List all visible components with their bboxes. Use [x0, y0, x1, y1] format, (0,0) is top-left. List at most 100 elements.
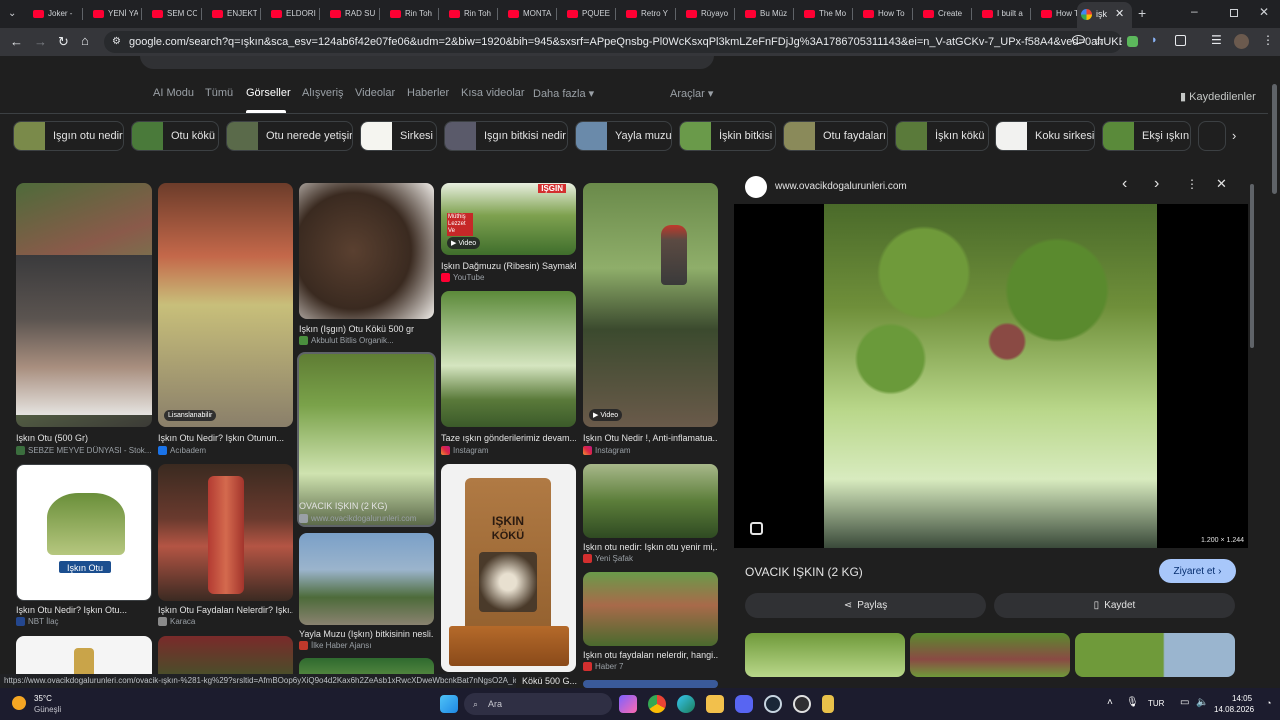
preview-domain[interactable]: www.ovacikdogalurunleri.com	[775, 181, 907, 192]
browser-tab[interactable]: Rüyayo	[677, 0, 734, 28]
browser-tab[interactable]: YENİ YA	[84, 0, 141, 28]
address-bar[interactable]: ⚙ google.com/search?q=ışkın&sca_esv=124a…	[104, 31, 1122, 53]
related-search-chip[interactable]: Otu nerede yetişir	[226, 121, 353, 151]
tools-dropdown[interactable]: Araçlar ▾	[670, 87, 713, 100]
forward-arrow-icon[interactable]: →	[34, 34, 47, 49]
result-image-17[interactable]	[583, 680, 718, 688]
browser-tab[interactable]: PQUEE	[558, 0, 615, 28]
save-button[interactable]: ▯ Kaydet	[994, 593, 1235, 618]
related-search-chip[interactable]: Yayla muzu	[575, 121, 672, 151]
preview-image[interactable]	[824, 204, 1157, 548]
result-image-13[interactable]: IŞKIN KÖKÜ	[441, 464, 576, 672]
clock-time[interactable]: 14:05	[1232, 694, 1252, 703]
browser-menu-icon[interactable]: ⋮	[1262, 33, 1274, 47]
tab-short-videos[interactable]: Kısa videolar	[461, 87, 525, 99]
result-caption[interactable]: Işkın otu faydaları nelerdir, hangi...	[583, 650, 718, 660]
tab-more[interactable]: Daha fazla ▾	[533, 87, 594, 100]
related-image-1[interactable]	[745, 633, 905, 677]
reading-list-icon[interactable]: ☰	[1211, 33, 1222, 47]
result-image-11[interactable]: IŞGIN Müthiş Lezzet Ve ▶ Video	[441, 183, 576, 255]
restore-button[interactable]	[1230, 9, 1238, 17]
more-options-icon[interactable]: ⋮	[1186, 177, 1198, 191]
reload-icon[interactable]: ↻	[58, 34, 69, 50]
result-caption[interactable]: Yayla Muzu (Işkın) bitkisinin nesli...	[299, 629, 434, 639]
saved-link[interactable]: ▮ Kaydedilenler	[1180, 90, 1256, 103]
result-image-5[interactable]	[158, 464, 293, 601]
site-info-icon[interactable]: ⚙	[112, 31, 121, 53]
result-caption[interactable]: Işkın Otu (500 Gr)	[16, 433, 152, 443]
browser-tab[interactable]: Create	[914, 0, 971, 28]
app-icon[interactable]	[822, 695, 834, 713]
volume-icon[interactable]: 🔈	[1196, 697, 1208, 708]
close-preview-icon[interactable]: ✕	[1216, 176, 1227, 192]
result-caption[interactable]: Işkın (Işgın) Otu Kökü 500 gr	[299, 324, 434, 334]
share-button[interactable]: ⋖ Paylaş	[745, 593, 986, 618]
search-box[interactable]	[140, 56, 714, 69]
browser-tab[interactable]: The Mo	[795, 0, 852, 28]
result-caption[interactable]: Işkın Otu Nedir? Işkın Otunun...	[158, 433, 293, 443]
tray-chevron-icon[interactable]: ˄	[1107, 697, 1113, 708]
tab-shopping[interactable]: Alışveriş	[302, 87, 344, 99]
related-search-chip[interactable]: Otu faydaları	[783, 121, 888, 151]
result-image-9[interactable]	[299, 533, 434, 625]
close-window-button[interactable]: ✕	[1259, 5, 1269, 19]
related-search-chip[interactable]: Işgın bitkisi nedir	[444, 121, 568, 151]
browser-tab[interactable]: How To	[854, 0, 911, 28]
related-search-chip-partial[interactable]	[1198, 121, 1226, 151]
related-image-2[interactable]	[910, 633, 1070, 677]
home-icon[interactable]: ⌂	[81, 33, 89, 48]
browser-tab[interactable]: Rin Toh	[381, 0, 438, 28]
page-scrollbar-thumb[interactable]	[1272, 84, 1277, 194]
result-caption[interactable]: Işkın Dağmuzu (Ribesin) Saymakl...	[441, 261, 576, 271]
back-arrow-icon[interactable]: ←	[10, 34, 23, 49]
copilot-icon[interactable]	[619, 695, 637, 713]
panel-scrollbar-thumb[interactable]	[1250, 184, 1254, 348]
steam-icon[interactable]	[764, 695, 782, 713]
result-image-4[interactable]: Lisanslanabilir	[158, 183, 293, 427]
browser-tab[interactable]: ELDORI	[262, 0, 319, 28]
result-image-12[interactable]	[441, 291, 576, 427]
browser-tab[interactable]: ENJEKTİ	[203, 0, 260, 28]
result-image-2[interactable]: Işkın Otu	[16, 464, 152, 601]
browser-tab[interactable]: Joker -	[24, 0, 81, 28]
bookmark-star-icon[interactable]: ☆	[1093, 33, 1105, 49]
related-image-3[interactable]	[1075, 633, 1235, 677]
browser-tab[interactable]: SEM CO	[143, 0, 200, 28]
result-caption[interactable]: Işkın Otu Nedir !, Anti-inflamatua...	[583, 433, 718, 443]
close-tab-icon[interactable]: ✕	[1115, 7, 1124, 20]
start-windows-icon[interactable]	[440, 695, 458, 713]
prev-image-icon[interactable]: ‹	[1122, 175, 1127, 193]
related-search-chip[interactable]: İşkin bitkisi	[679, 121, 776, 151]
file-explorer-icon[interactable]	[706, 695, 724, 713]
result-caption[interactable]: Kökü 500 G...	[522, 676, 582, 686]
related-search-chip[interactable]: Koku sirkesi	[995, 121, 1095, 151]
mic-icon[interactable]: 🎙	[1126, 697, 1139, 708]
language-indicator[interactable]: TUR	[1148, 699, 1164, 708]
browser-tab[interactable]: I built a	[973, 0, 1030, 28]
visit-button[interactable]: Ziyaret et ›	[1159, 559, 1236, 583]
result-image-1[interactable]	[16, 183, 152, 427]
related-search-chip[interactable]: İşkın kökü	[895, 121, 989, 151]
chips-next-icon[interactable]: ›	[1232, 128, 1236, 143]
profile-avatar[interactable]	[1234, 34, 1249, 49]
notification-icon[interactable]: ◔	[1266, 698, 1271, 708]
browser-tab[interactable]: Rin Toh	[440, 0, 497, 28]
browser-tab[interactable]: RAD SU	[321, 0, 378, 28]
result-caption[interactable]: OVACIK IŞKIN (2 KG)	[299, 501, 434, 511]
lens-search-icon[interactable]	[750, 522, 763, 535]
tab-images[interactable]: Görseller	[246, 87, 291, 99]
page-scrollbar[interactable]	[1268, 56, 1280, 688]
minimize-button[interactable]: –	[1191, 4, 1198, 18]
result-image-16[interactable]	[583, 572, 718, 646]
network-icon[interactable]: ▭	[1180, 697, 1189, 708]
weather-sun-icon[interactable]	[12, 696, 26, 710]
next-image-icon[interactable]: ›	[1154, 175, 1159, 193]
tab-all[interactable]: Tümü	[205, 87, 233, 99]
active-tab[interactable]: işk ✕	[1077, 2, 1132, 28]
result-caption[interactable]: Işkın Otu Faydaları Nelerdir? Işkı...	[158, 605, 293, 615]
extension-green-icon[interactable]	[1127, 36, 1138, 47]
chrome-icon[interactable]	[648, 695, 666, 713]
result-image-15[interactable]	[583, 464, 718, 538]
related-search-chip[interactable]: Sirkesi	[360, 121, 437, 151]
clock-date[interactable]: 14.08.2026	[1214, 705, 1254, 714]
